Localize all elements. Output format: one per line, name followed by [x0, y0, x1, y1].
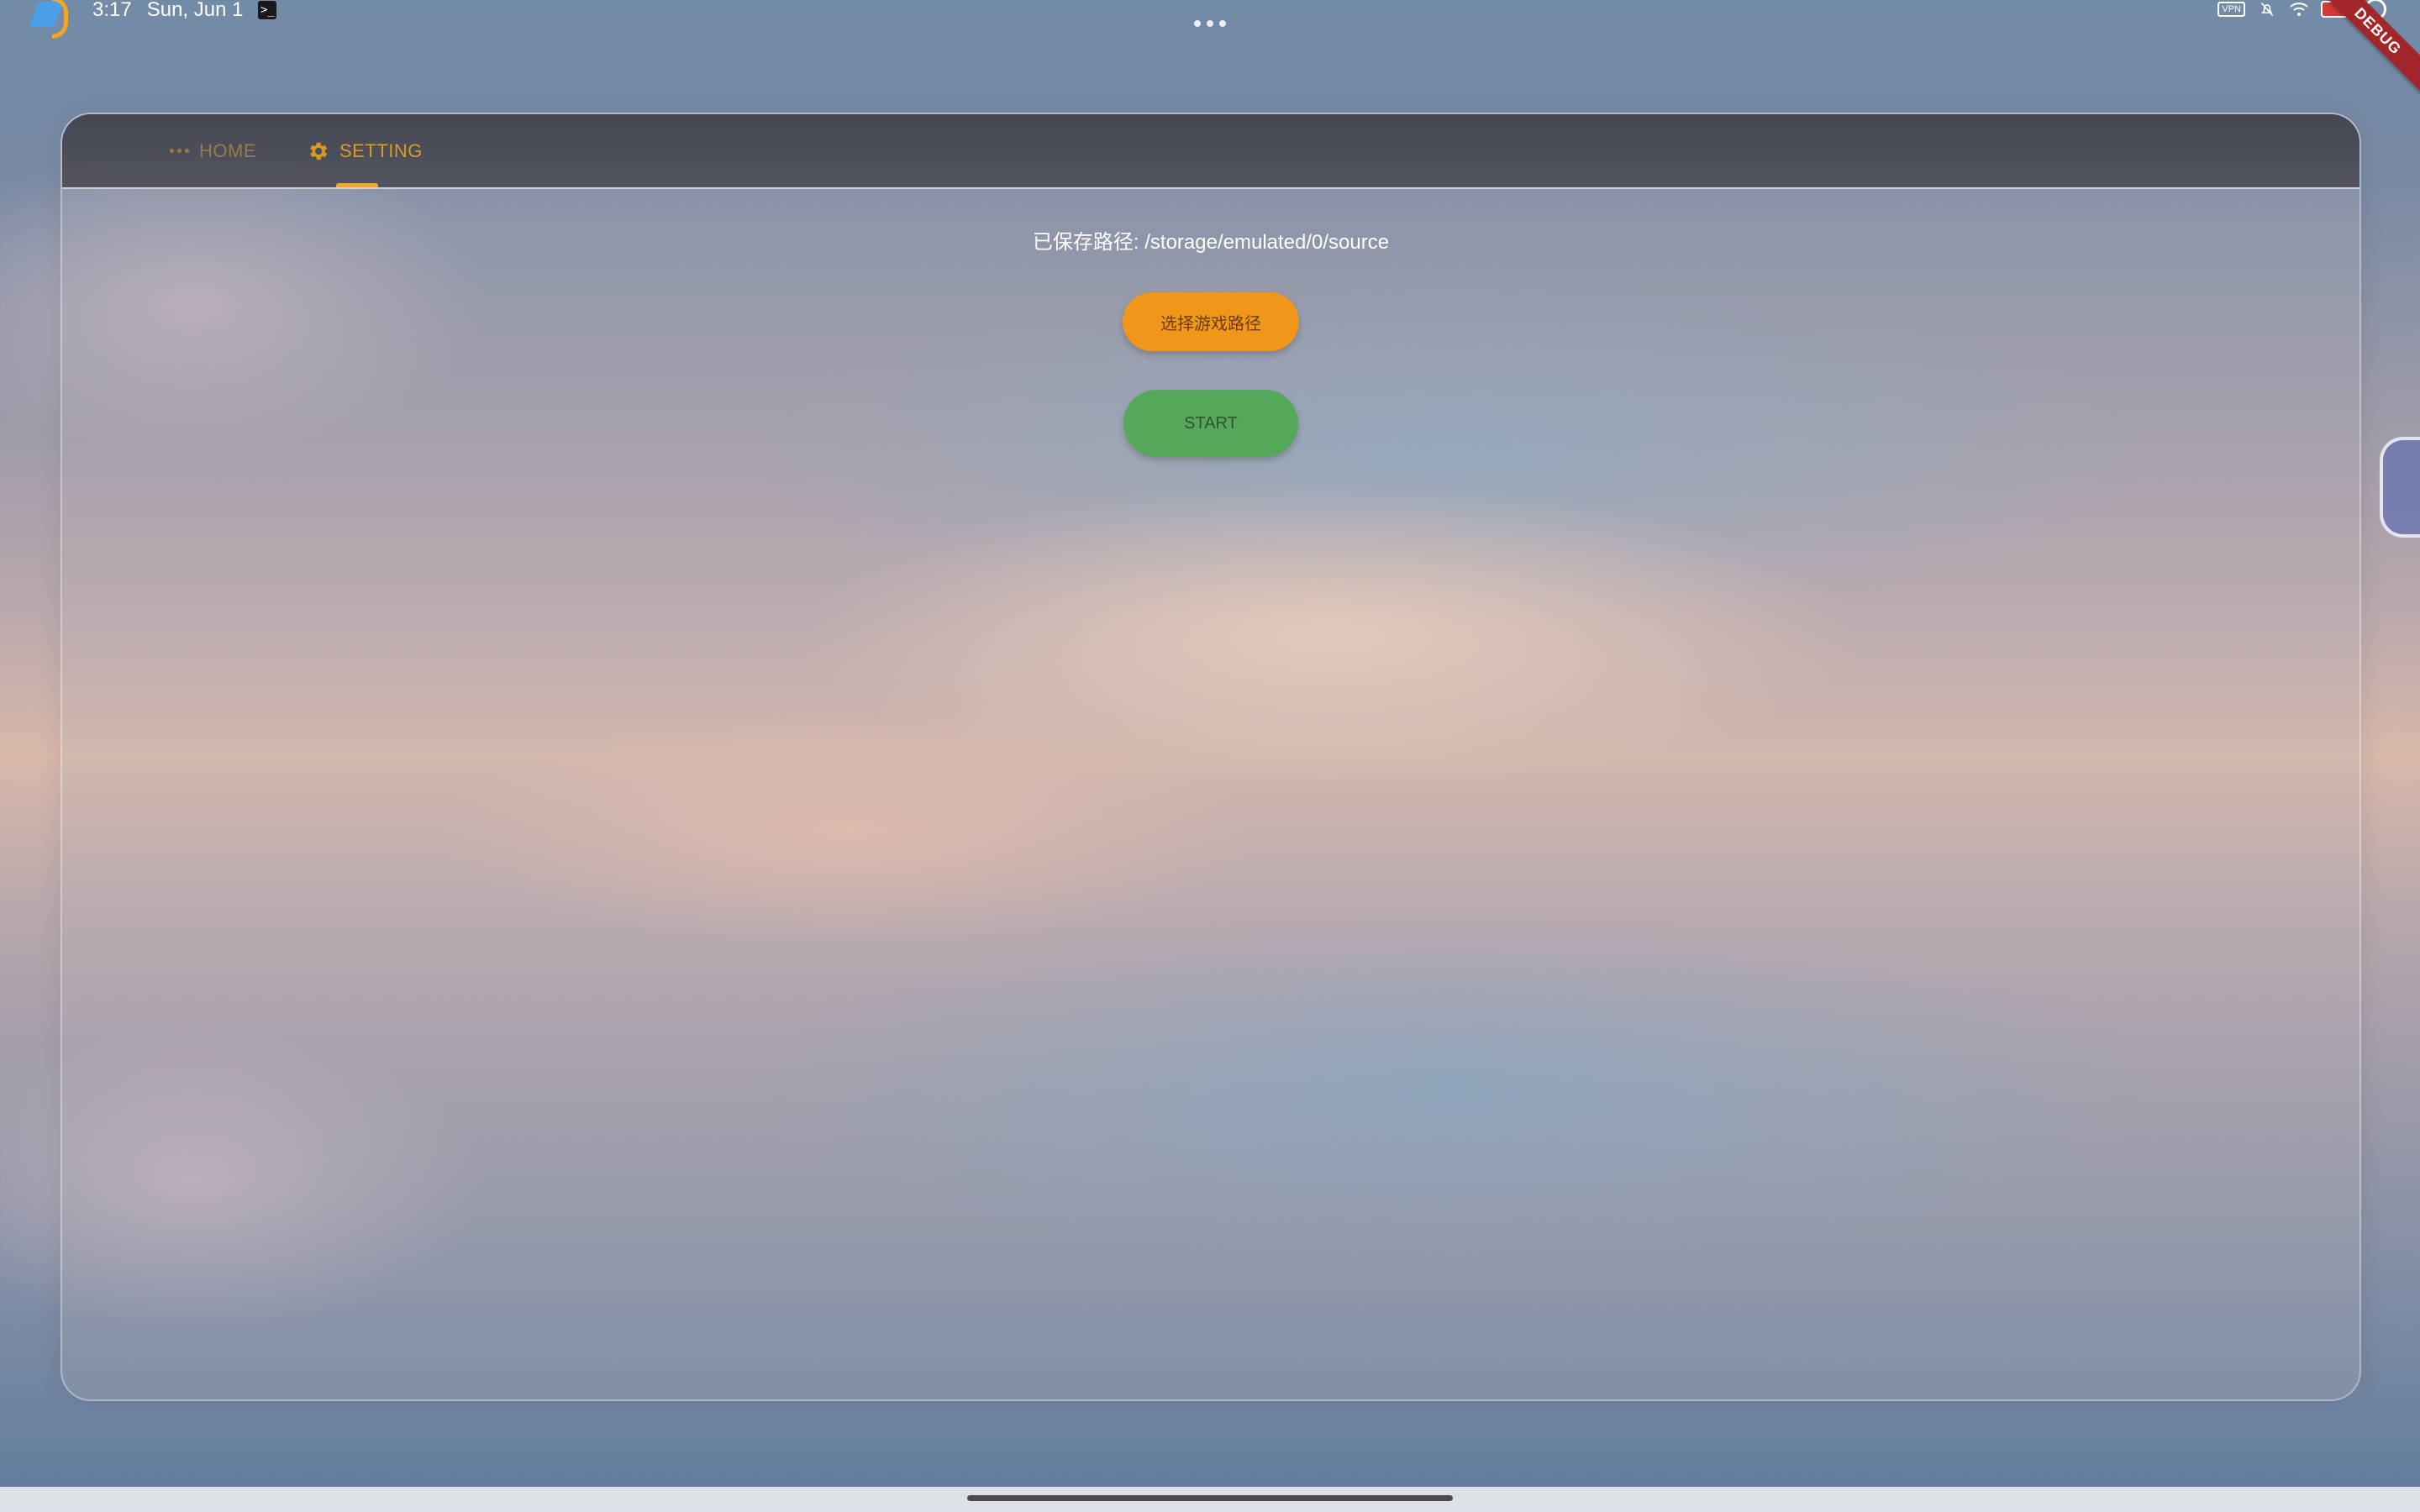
- status-bar: 3:17 Sun, Jun 1 >_ VPN DEBUG: [0, 0, 2420, 106]
- status-left: 3:17 Sun, Jun 1 >_: [29, 0, 277, 39]
- wifi-icon: [2290, 3, 2308, 16]
- vpn-icon: VPN: [2217, 2, 2245, 17]
- tab-home-label: HOME: [199, 139, 256, 161]
- app-logo-icon: [29, 0, 77, 39]
- more-horizontal-icon: [170, 149, 189, 153]
- more-icon[interactable]: [1193, 20, 1227, 29]
- gear-icon: [310, 142, 328, 160]
- select-game-path-button[interactable]: 选择游戏路径: [1123, 292, 1299, 351]
- status-date: Sun, Jun 1: [146, 0, 244, 21]
- tab-home[interactable]: HOME: [170, 114, 256, 187]
- start-button[interactable]: START: [1123, 390, 1298, 457]
- app-card: HOME SETTING 已保存路径: /storage/emulated/0/…: [60, 113, 2361, 1401]
- terminal-icon: >_: [258, 1, 277, 19]
- tab-bar: HOME SETTING: [62, 114, 2360, 189]
- tab-setting-label: SETTING: [339, 139, 423, 161]
- tab-indicator: [336, 183, 378, 187]
- side-panel-handle[interactable]: [2380, 437, 2420, 538]
- bell-off-icon: [2260, 2, 2274, 17]
- saved-path-text: 已保存路径: /storage/emulated/0/source: [1032, 231, 1390, 254]
- tab-setting[interactable]: SETTING: [306, 114, 423, 187]
- home-indicator[interactable]: [967, 1495, 1453, 1501]
- status-time: 3:17: [92, 0, 132, 21]
